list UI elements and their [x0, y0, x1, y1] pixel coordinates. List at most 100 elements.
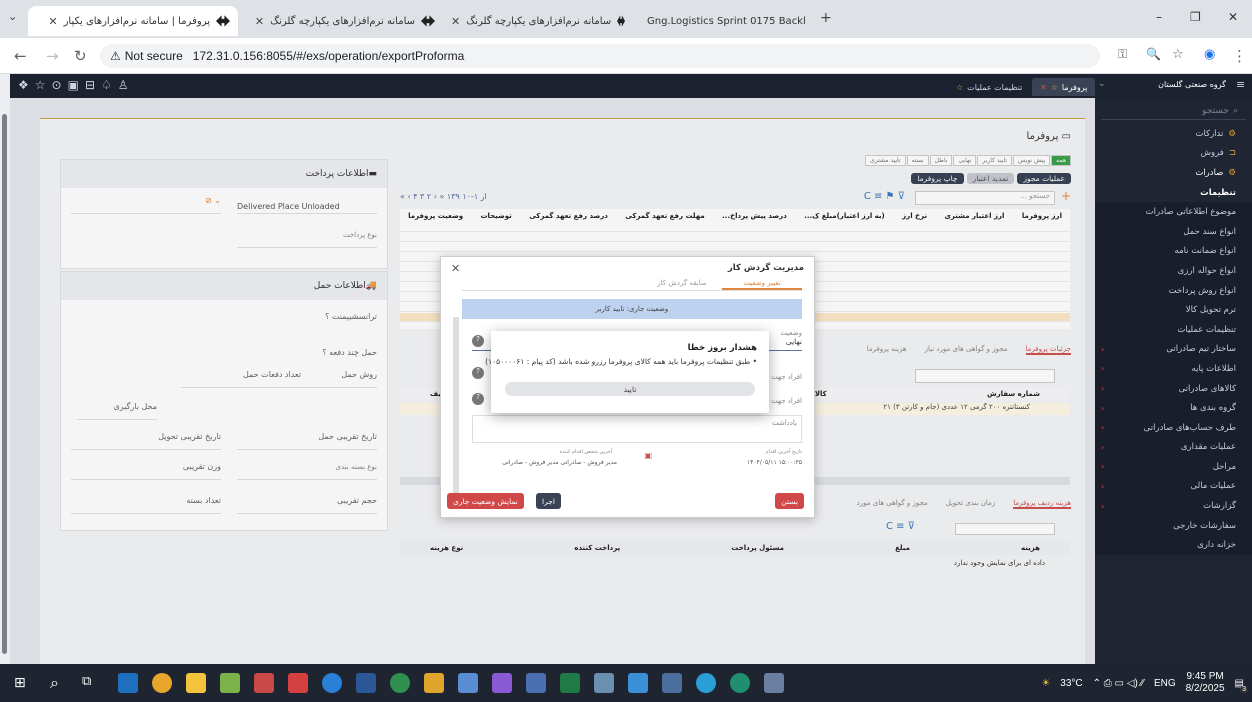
- sidebar-item[interactable]: خزانه داری: [1095, 535, 1252, 556]
- reload-icon[interactable]: ↻: [74, 47, 87, 65]
- app-icon[interactable]: [322, 673, 342, 693]
- key-icon[interactable]: ⚿: [1118, 47, 1127, 62]
- sidebar-item[interactable]: انواع ضمانت نامه: [1095, 241, 1252, 262]
- forward-icon[interactable]: →: [46, 47, 59, 65]
- weather-text[interactable]: 33°C: [1060, 678, 1082, 689]
- star-icon[interactable]: ☆: [956, 83, 963, 92]
- calendar-icon[interactable]: ▣: [644, 451, 652, 460]
- windows-start-icon[interactable]: ⊞: [14, 675, 26, 691]
- logo-icon[interactable]: ❖: [18, 78, 35, 92]
- tab-search-icon[interactable]: ⌄: [8, 10, 17, 23]
- close-window-button[interactable]: ✕: [1228, 10, 1238, 24]
- help-icon[interactable]: ?: [472, 393, 484, 405]
- sidebar-item[interactable]: عملیات مالی ‹: [1095, 476, 1252, 497]
- sidebar-item[interactable]: انواع سند حمل: [1095, 221, 1252, 242]
- scrollbar[interactable]: [2, 114, 7, 654]
- user-icon[interactable]: ♙: [118, 78, 135, 92]
- chevron-down-icon[interactable]: ⌄: [1098, 79, 1106, 89]
- tab-golrang-2[interactable]: سامانه نرم‌افزارهای یکپارچه گلرنگ ✕: [443, 6, 633, 36]
- star-icon[interactable]: ☆: [1172, 47, 1184, 62]
- back-icon[interactable]: ←: [14, 47, 27, 65]
- tab-workflow-history[interactable]: سابقه گردش کار: [642, 279, 722, 290]
- app-icon[interactable]: [390, 673, 410, 693]
- bell-icon[interactable]: ♤: [101, 78, 118, 92]
- tab-jira[interactable]: Gng.Logistics Sprint 0175 Backl ✕: [633, 6, 813, 36]
- sidebar-item[interactable]: طرف حساب‌های صادراتی ‹: [1095, 417, 1252, 438]
- help-icon[interactable]: ?: [472, 335, 484, 347]
- sidebar-item[interactable]: ساختار تیم صادراتی ‹: [1095, 339, 1252, 360]
- tab-golrang-1[interactable]: سامانه نرم‌افزارهای یکپارچه گلرنگ ✕: [238, 6, 443, 36]
- star-icon[interactable]: ☆: [1051, 83, 1058, 92]
- excel-icon[interactable]: [560, 673, 580, 693]
- star-icon[interactable]: ☆: [35, 78, 52, 92]
- hamburger-icon[interactable]: ≡: [1236, 78, 1245, 91]
- app-icon[interactable]: [220, 673, 240, 693]
- close-icon[interactable]: ✕: [451, 15, 460, 28]
- comment-textarea[interactable]: یادداشت: [472, 415, 802, 443]
- word-icon[interactable]: [356, 673, 376, 693]
- app-icon[interactable]: [254, 673, 274, 693]
- tab-proforma[interactable]: پروفرما | سامانه نرم‌افزارهای یکپار ✕: [28, 6, 238, 36]
- app-icon[interactable]: [288, 673, 308, 693]
- tab-change-status[interactable]: تغییر وضعیت: [722, 279, 802, 290]
- app-icon[interactable]: [594, 673, 614, 693]
- close-button[interactable]: بستن: [775, 493, 804, 509]
- lang-indicator[interactable]: ENG: [1154, 678, 1176, 689]
- sidebar-item[interactable]: ⚙ صادرات: [1095, 163, 1252, 183]
- edge-icon[interactable]: [730, 673, 750, 693]
- app-icon[interactable]: [662, 673, 682, 693]
- maximize-button[interactable]: ❐: [1190, 10, 1201, 24]
- sidebar-item[interactable]: عملیات مقداری ‹: [1095, 437, 1252, 458]
- sidebar-item[interactable]: گروه بندی ها ‹: [1095, 398, 1252, 418]
- vs-icon[interactable]: [492, 673, 512, 693]
- sidebar-search-input[interactable]: ⌕ جستجو: [1101, 102, 1246, 120]
- minimize-button[interactable]: –: [1156, 10, 1162, 24]
- close-icon[interactable]: ✕: [255, 15, 264, 28]
- close-icon[interactable]: ✕: [1040, 83, 1047, 92]
- profile-icon[interactable]: ◉: [1204, 47, 1215, 62]
- sidebar-item[interactable]: انواع حواله ارزی: [1095, 261, 1252, 281]
- show-current-status-button[interactable]: نمایش وضعیت جاری: [447, 493, 524, 509]
- sidebar-item[interactable]: ⚙ تدارکات: [1095, 124, 1252, 144]
- close-icon[interactable]: ✕: [812, 15, 813, 28]
- sidebar-item[interactable]: تنظیمات: [1095, 183, 1252, 203]
- folder-icon[interactable]: ⊟: [85, 78, 101, 92]
- sidebar-item[interactable]: اطلاعات پایه ‹: [1095, 359, 1252, 379]
- app-icon[interactable]: [628, 673, 648, 693]
- task-view-icon[interactable]: ⧉: [82, 674, 91, 689]
- app-icon[interactable]: [696, 673, 716, 693]
- help-icon[interactable]: ⊙: [52, 78, 68, 92]
- ok-button[interactable]: تایید: [505, 382, 755, 396]
- zoom-icon[interactable]: 🔍: [1146, 47, 1161, 61]
- tray-icons[interactable]: ⌃ ⎙ ▭ ◁) ⁄⁄: [1093, 678, 1144, 689]
- close-icon[interactable]: ✕: [48, 15, 57, 28]
- sidebar-item[interactable]: ترم تحویل کالا: [1095, 300, 1252, 320]
- sidebar-item[interactable]: کالاهای صادراتی ‹: [1095, 378, 1252, 399]
- clock[interactable]: 9:45 PM 8/2/2025: [1186, 671, 1225, 695]
- file-explorer-icon[interactable]: [186, 673, 206, 693]
- modal-scrollbar[interactable]: [453, 317, 459, 497]
- calendar-icon[interactable]: ▣: [68, 78, 85, 92]
- sidebar-item[interactable]: سفارشات خارجی: [1095, 515, 1252, 536]
- app-tab-operation-settings[interactable]: تنظیمات عملیات ☆: [948, 78, 1030, 96]
- help-icon[interactable]: ?: [472, 367, 484, 379]
- app-tab-proforma[interactable]: پروفرما ☆ ✕: [1032, 78, 1096, 96]
- search-icon[interactable]: ⌕: [50, 673, 59, 693]
- sidebar-item[interactable]: موضوع اطلاعاتی صادرات: [1095, 202, 1252, 222]
- notification-icon[interactable]: ▤ 3: [1235, 678, 1248, 693]
- sidebar-item[interactable]: گزارشات ‹: [1095, 496, 1252, 516]
- sidebar-item[interactable]: ⊏ فروش: [1095, 144, 1252, 164]
- app-icon[interactable]: [526, 673, 546, 693]
- org-name[interactable]: گروه صنعتی گلستان: [1128, 80, 1226, 89]
- sidebar-item[interactable]: تنظیمات عملیات: [1095, 319, 1252, 340]
- outlook-icon[interactable]: [118, 673, 138, 693]
- app-icon[interactable]: [424, 673, 444, 693]
- chrome-icon[interactable]: [152, 673, 172, 693]
- close-icon[interactable]: ✕: [451, 262, 460, 275]
- run-button[interactable]: اجرا: [536, 493, 561, 509]
- new-tab-button[interactable]: +: [820, 10, 832, 26]
- app-icon[interactable]: [764, 673, 784, 693]
- sidebar-item[interactable]: مراحل ‹: [1095, 457, 1252, 477]
- app-icon[interactable]: [458, 673, 478, 693]
- menu-icon[interactable]: ⋮: [1232, 47, 1247, 65]
